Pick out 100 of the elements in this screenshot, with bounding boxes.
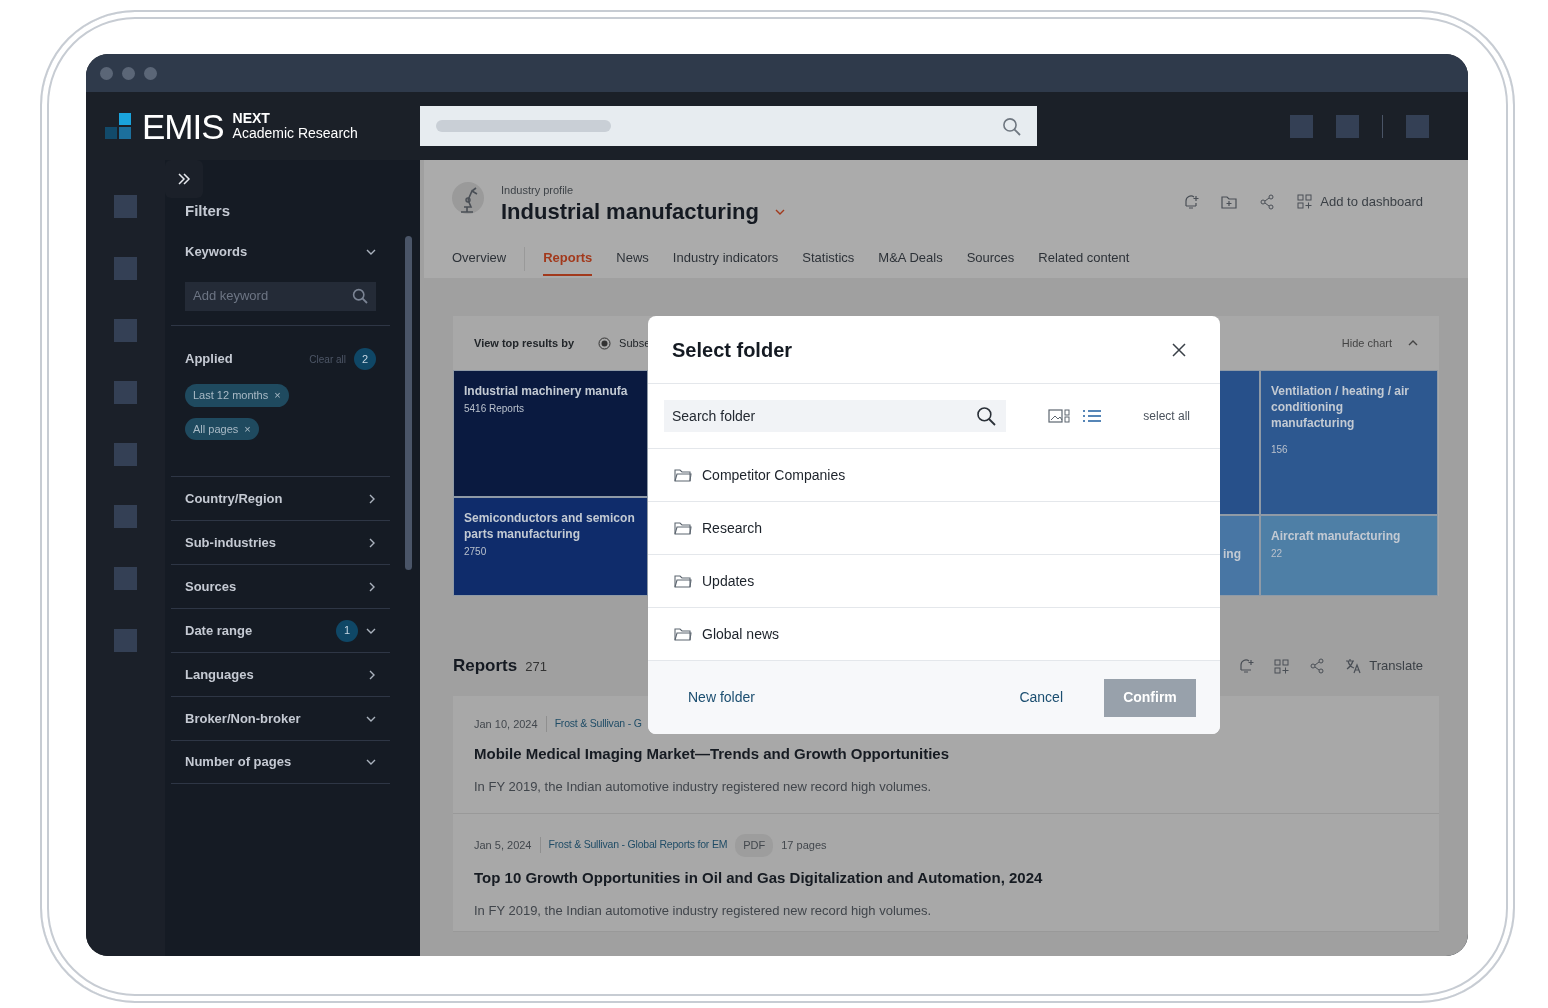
count-badge: 2 <box>354 348 376 370</box>
folder-icon <box>674 468 692 482</box>
report-title[interactable]: Top 10 Growth Opportunities in Oil and Gas Digitalization and Automation, 2024 <box>474 866 1418 889</box>
report-date: Jan 5, 2024 <box>474 838 532 853</box>
tile-count: 5416 Reports <box>464 402 526 417</box>
filter-label[interactable]: Country/Region <box>185 488 283 509</box>
bell-plus-icon[interactable] <box>1238 658 1255 674</box>
select-all-link[interactable]: select all <box>1143 407 1190 425</box>
remove-icon[interactable]: × <box>274 387 281 404</box>
tab[interactable]: News <box>616 248 649 276</box>
new-folder-link[interactable]: New folder <box>688 687 755 708</box>
folder-name[interactable]: Research <box>702 517 762 539</box>
treemap-tile[interactable]: Ventilation / heating / air conditioning manufacturing 156 <box>1260 370 1438 515</box>
chevron-down-icon <box>366 247 376 256</box>
filter-chip[interactable]: All pages × <box>185 417 259 440</box>
folder-search-field[interactable]: Search folder <box>672 405 952 427</box>
tab[interactable]: Overview <box>452 248 507 276</box>
filter-label[interactable]: Sources <box>185 576 237 597</box>
radio-button[interactable] <box>598 336 612 350</box>
filters-title: Filters <box>185 201 230 221</box>
treemap-tile[interactable]: Semiconductors and semicon parts manufacturing 2750 <box>453 497 648 596</box>
logo-mark-icon <box>105 112 133 140</box>
chevron-down-icon <box>366 758 376 766</box>
window-dot <box>144 66 157 80</box>
search-icon <box>352 288 368 304</box>
icon-placeholder[interactable] <box>114 567 137 590</box>
gallery-view-icon[interactable] <box>1048 409 1070 423</box>
tile-title: Aircraft manufacturing <box>1271 528 1402 545</box>
tile-count: 22 <box>1271 547 1284 562</box>
icon-placeholder[interactable] <box>1290 114 1313 138</box>
folder-name[interactable]: Global news <box>702 623 780 645</box>
icon-placeholder[interactable] <box>114 381 137 404</box>
filter-label[interactable]: Languages <box>185 664 254 685</box>
dialog-title: Select folder <box>672 337 793 363</box>
product-name: Academic Research <box>232 126 358 142</box>
tile-count: 156 <box>1271 442 1289 457</box>
chevron-down-icon <box>366 714 376 723</box>
remove-icon[interactable]: × <box>244 420 251 437</box>
icon-placeholder[interactable] <box>1336 114 1359 138</box>
tile-count: 2750 <box>464 545 488 560</box>
add-to-dashboard-button[interactable]: Add to dashboard <box>1297 192 1423 212</box>
tab[interactable]: Statistics <box>802 248 855 276</box>
double-chevron-icon <box>177 173 191 185</box>
icon-placeholder[interactable] <box>114 629 137 652</box>
report-source-link[interactable]: Frost & Sullivan - Global Reports for EM <box>548 837 728 854</box>
grid-plus-icon <box>1297 194 1313 210</box>
tab[interactable]: Sources <box>966 248 1015 276</box>
keyword-field[interactable]: Add keyword <box>185 281 376 311</box>
folder-name[interactable]: Updates <box>702 570 755 592</box>
chevron-up-icon <box>1408 339 1418 347</box>
grid-plus-icon[interactable] <box>1274 658 1290 674</box>
search-bar[interactable] <box>420 106 1037 146</box>
translate-button[interactable]: Translate <box>1345 656 1423 676</box>
chevron-down-icon <box>366 626 376 635</box>
filter-label: Keywords <box>185 243 248 261</box>
dropdown-caret-icon[interactable] <box>774 207 785 216</box>
filter-label[interactable]: Broker/Non-broker <box>185 708 301 729</box>
tab[interactable]: M&A Deals <box>878 248 943 276</box>
cancel-button[interactable]: Cancel <box>1019 687 1063 708</box>
close-icon[interactable] <box>1172 342 1186 357</box>
chevron-right-icon <box>368 581 376 592</box>
hide-chart-button[interactable]: Hide chart <box>1341 334 1418 352</box>
tile-title: ing <box>1222 546 1241 563</box>
tile-title: Ventilation / heating / air conditioning manufacturing <box>1271 383 1411 432</box>
filter-label[interactable]: Sub-industries <box>185 532 276 553</box>
filter-label: Applied <box>185 350 233 369</box>
treemap-tile[interactable]: Industrial machinery manufa 5416 Reports <box>453 370 648 497</box>
list-view-icon[interactable] <box>1082 409 1102 423</box>
translate-icon <box>1345 658 1362 674</box>
page-count: 17 pages <box>781 838 827 853</box>
icon-placeholder[interactable] <box>114 505 137 528</box>
share-icon[interactable] <box>1309 658 1326 674</box>
icon-placeholder[interactable] <box>114 257 137 280</box>
page-title: Industrial manufacturing <box>501 198 759 225</box>
tab[interactable]: Related content <box>1038 248 1130 276</box>
report-source-link[interactable]: Frost & Sullivan - G <box>554 716 642 733</box>
filter-label[interactable]: Number of pages <box>185 752 292 772</box>
icon-placeholder[interactable] <box>114 195 137 218</box>
icon-placeholder[interactable] <box>114 443 137 466</box>
folder-search-field[interactable]: Search folder <box>664 400 1006 432</box>
share-icon[interactable] <box>1259 193 1276 210</box>
folder-name[interactable]: Competitor Companies <box>702 464 846 486</box>
count-badge: 1 <box>336 619 358 642</box>
filter-label[interactable]: Date range <box>185 620 253 641</box>
bell-plus-icon[interactable] <box>1183 193 1200 210</box>
search-icon <box>1002 116 1021 136</box>
tab[interactable]: Industry indicators <box>672 248 779 276</box>
report-title[interactable]: Mobile Medical Imaging Market—Trends and Growth Opportunities <box>474 742 1418 765</box>
search-icon <box>976 406 996 426</box>
chevron-right-icon <box>368 669 376 680</box>
tile-title: Semiconductors and semicon parts manufacturing <box>464 510 636 543</box>
filter-chip[interactable]: Last 12 months × <box>185 384 289 407</box>
icon-placeholder[interactable] <box>1406 114 1429 138</box>
window-dot <box>122 66 135 80</box>
scrollbar-thumb[interactable] <box>405 236 412 570</box>
folder-plus-icon[interactable] <box>1221 194 1238 209</box>
keyword-field[interactable]: Add keyword <box>193 286 333 306</box>
page-eyebrow: Industry profile <box>501 183 575 198</box>
folder-icon <box>674 521 692 535</box>
icon-placeholder[interactable] <box>114 319 137 342</box>
